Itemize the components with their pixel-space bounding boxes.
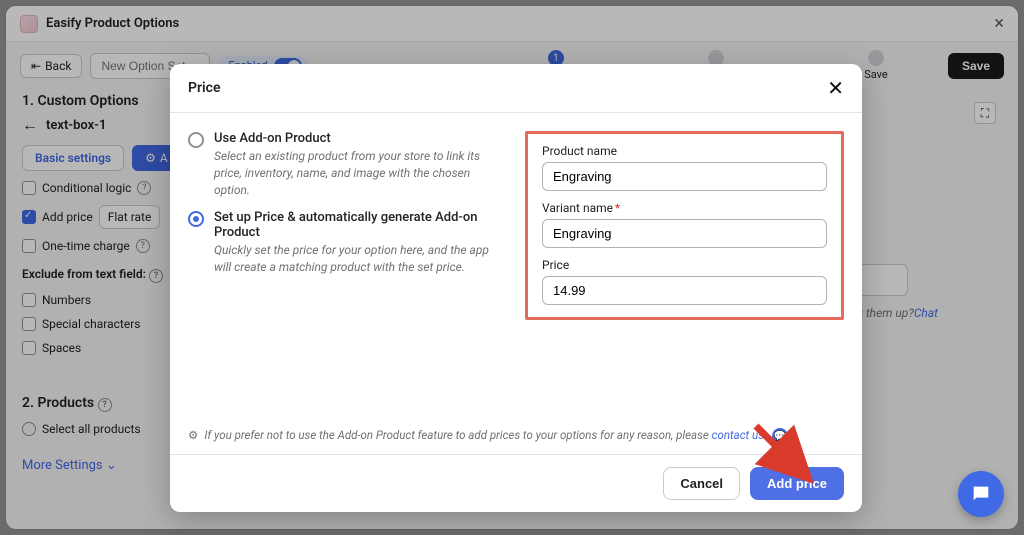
radio-icon (188, 132, 204, 148)
product-name-label: Product name (542, 144, 827, 158)
price-modal: Price ✕ Use Add-on Product Select an exi… (170, 64, 862, 512)
price-input[interactable] (542, 276, 827, 305)
radio-help-text: Quickly set the price for your option he… (214, 242, 507, 276)
modal-footnote: ⚙ If you prefer not to use the Add-on Pr… (170, 428, 862, 455)
radio-selected-icon (188, 211, 204, 227)
cancel-button[interactable]: Cancel (663, 467, 740, 500)
modal-title: Price (188, 80, 221, 96)
product-name-input[interactable] (542, 162, 827, 191)
variant-name-label: Variant name* (542, 201, 827, 215)
chat-bubble-icon[interactable]: 💬 (772, 428, 788, 444)
gear-icon: ⚙ (188, 428, 198, 442)
modal-options-column: Use Add-on Product Select an existing pr… (188, 131, 507, 410)
modal-actions: Cancel Add price (170, 454, 862, 512)
modal-header: Price ✕ (170, 64, 862, 113)
modal-body: Use Add-on Product Select an existing pr… (170, 113, 862, 428)
variant-name-input[interactable] (542, 219, 827, 248)
chat-icon (970, 483, 992, 505)
price-label: Price (542, 258, 827, 272)
contact-us-link[interactable]: contact us (712, 428, 764, 442)
modal-form-column: Product name Variant name* Price (525, 131, 844, 410)
highlighted-form: Product name Variant name* Price (525, 131, 844, 320)
radio-label: Set up Price & automatically generate Ad… (214, 210, 507, 240)
radio-help-text: Select an existing product from your sto… (214, 148, 507, 198)
chat-fab-button[interactable] (958, 471, 1004, 517)
add-price-button[interactable]: Add price (750, 467, 844, 500)
option-setup-price-generate[interactable]: Set up Price & automatically generate Ad… (188, 210, 507, 276)
option-use-addon-product[interactable]: Use Add-on Product Select an existing pr… (188, 131, 507, 198)
radio-label: Use Add-on Product (214, 131, 507, 146)
modal-close-icon[interactable]: ✕ (827, 78, 844, 98)
footnote-text: If you prefer not to use the Add-on Prod… (204, 428, 711, 442)
